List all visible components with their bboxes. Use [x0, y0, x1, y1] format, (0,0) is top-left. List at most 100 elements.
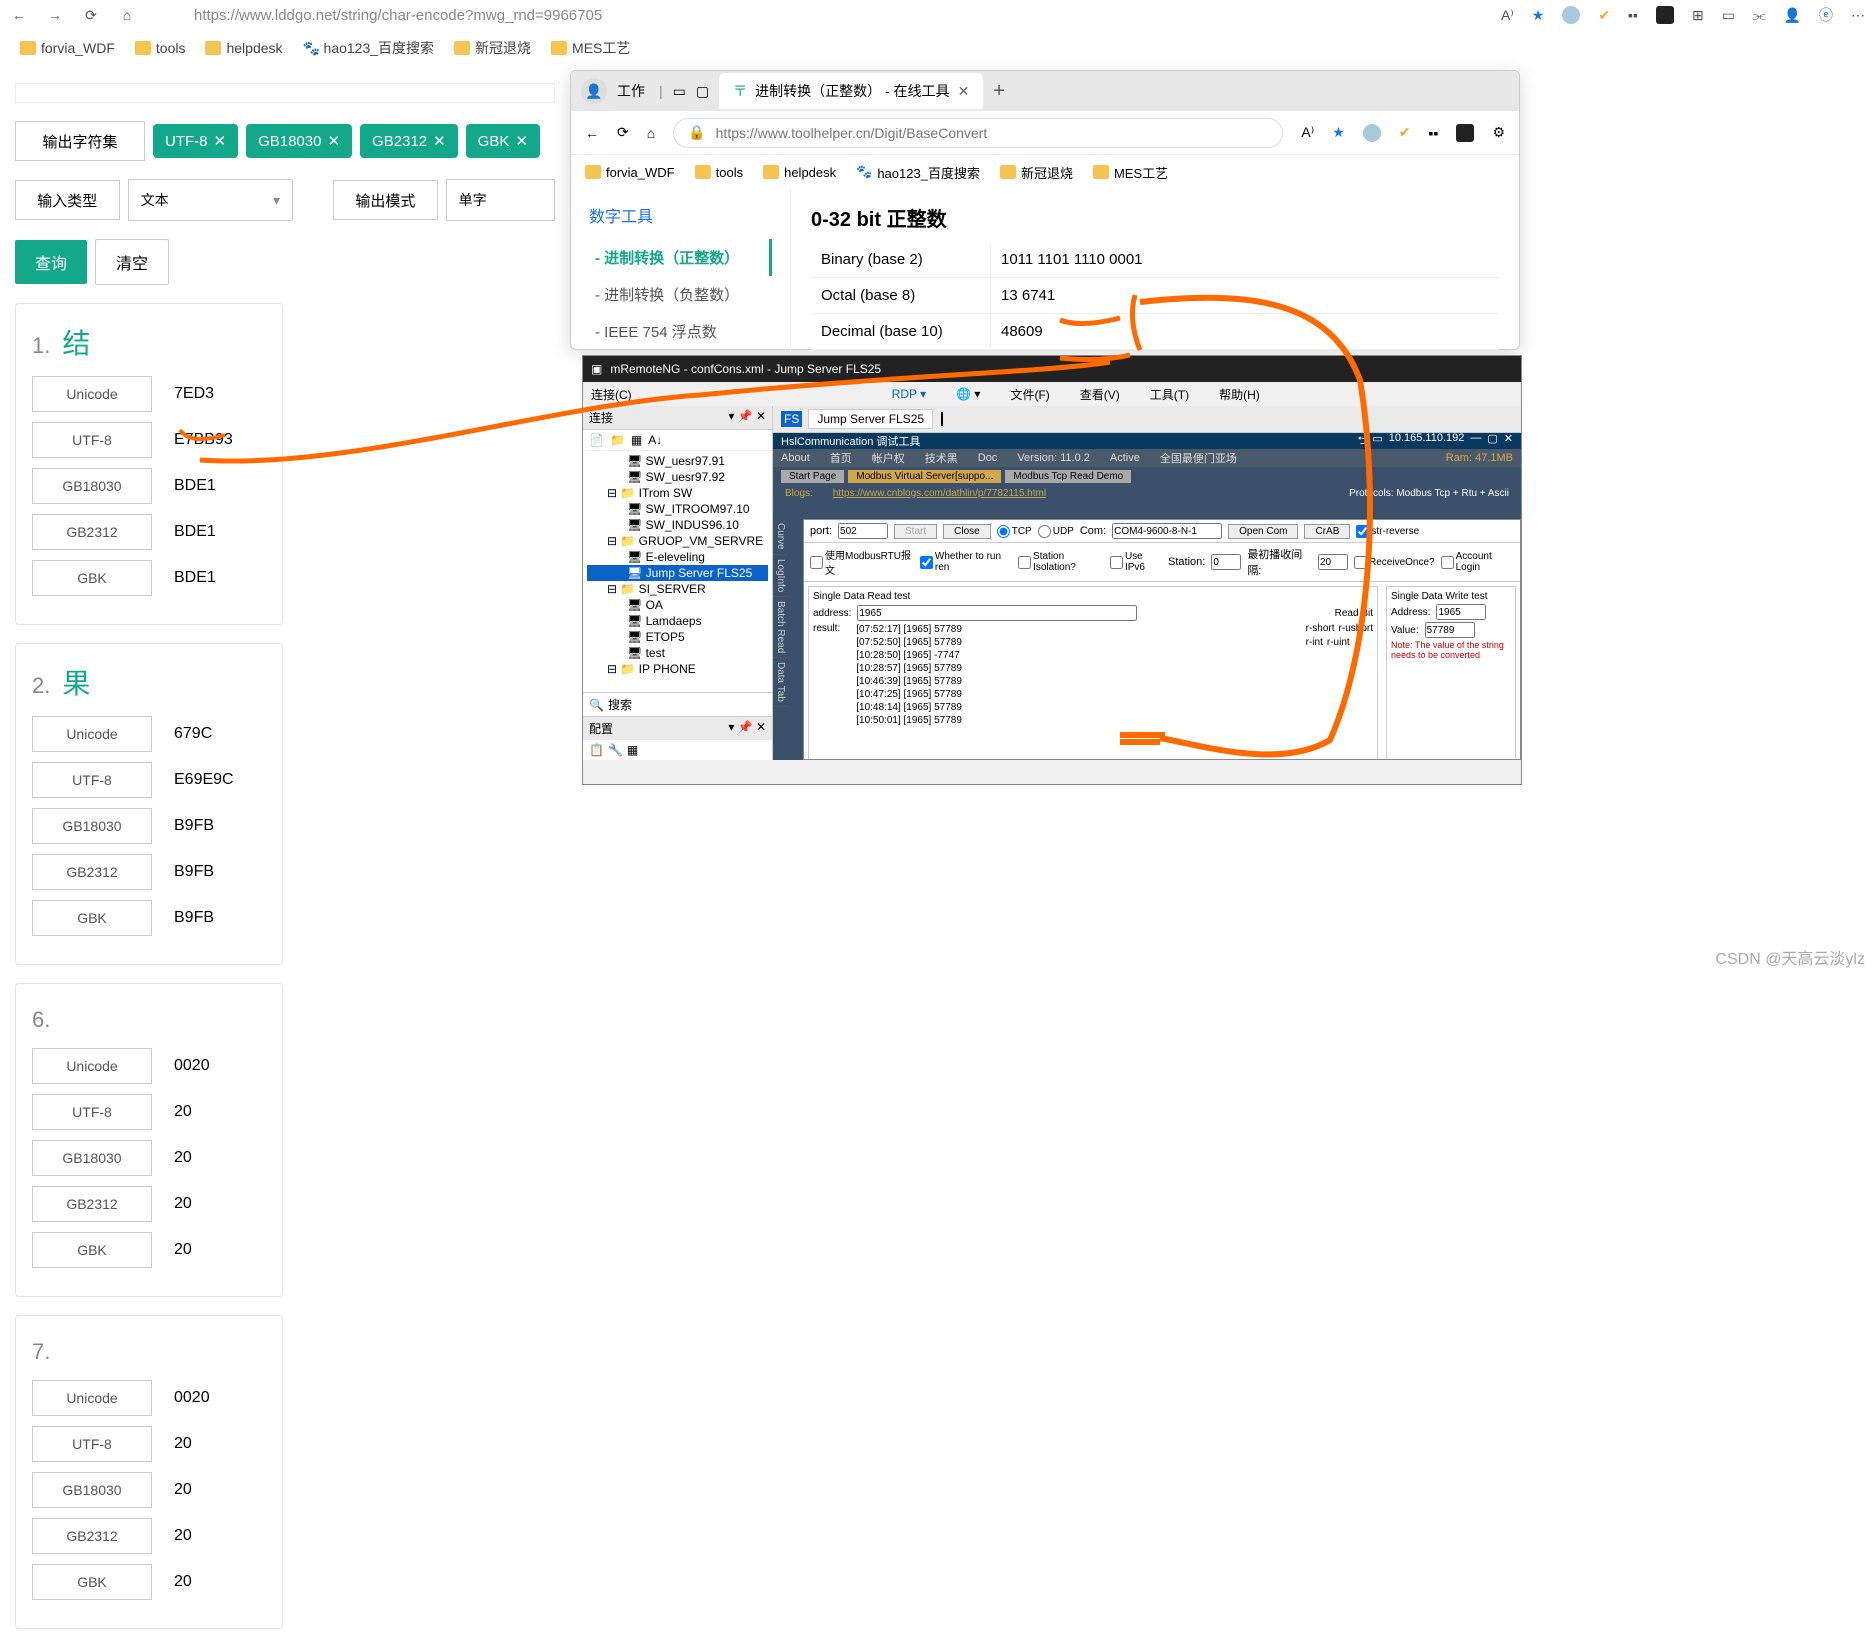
doc-tab-active[interactable]: Modbus Virtual Server[suppo...: [848, 470, 1001, 483]
home-icon[interactable]: ⌂: [647, 125, 655, 141]
encoding-button[interactable]: UTF-8: [32, 762, 152, 798]
tab-item[interactable]: Active: [1110, 452, 1140, 464]
tree-node[interactable]: 🖥 SW_uesr97.91: [587, 453, 768, 469]
refresh-icon[interactable]: ⟳: [82, 6, 100, 24]
encoding-button[interactable]: GB18030: [32, 468, 152, 504]
ext-icon-3[interactable]: ▪▪: [1628, 7, 1638, 23]
globe-dropdown[interactable]: 🌐 ▾: [956, 387, 980, 401]
tb-icon[interactable]: ▦: [627, 743, 638, 757]
menu-item[interactable]: 帮助(H): [1219, 386, 1260, 403]
charset-tag[interactable]: GBK✕: [466, 124, 540, 158]
tree-node[interactable]: 🖥 ETOP5: [587, 629, 768, 645]
simloop-input[interactable]: [1318, 554, 1348, 570]
ie-icon[interactable]: ⓔ: [1819, 5, 1833, 25]
encoding-button[interactable]: GB2312: [32, 1518, 152, 1554]
side-tab[interactable]: Curve: [773, 519, 788, 555]
close-icon[interactable]: ✕: [327, 132, 340, 150]
view-icon[interactable]: ▦: [631, 433, 642, 447]
url-input[interactable]: 🔒https://www.toolhelper.cn/Digit/BaseCon…: [673, 118, 1283, 148]
side-tab[interactable]: Data Tab: [773, 658, 788, 707]
profile-avatar[interactable]: 👤: [581, 78, 607, 104]
menu-item[interactable]: 文件(F): [1010, 386, 1049, 403]
whether-run-check[interactable]: Whether to run ren: [920, 551, 1012, 573]
sidebar-item[interactable]: - 进制转换（正整数）: [589, 239, 772, 276]
encoding-button[interactable]: Unicode: [32, 1048, 152, 1084]
tree-node[interactable]: 🖥 Jump Server FLS25: [587, 565, 768, 581]
row-value[interactable]: 48609: [991, 314, 1499, 349]
window-controls[interactable]: ⮌▭10.165.110.192—▢✕: [1358, 432, 1514, 451]
connection-tree[interactable]: 🖥 SW_uesr97.91🖥 SW_uesr97.92⊟ 📁 ITrom SW…: [583, 451, 772, 692]
tab-item[interactable]: 技术黑: [925, 450, 958, 466]
r-int-button[interactable]: r-int: [1306, 637, 1323, 648]
side-tab[interactable]: Batch Read: [773, 597, 788, 658]
r-short-button[interactable]: r-short: [1306, 623, 1335, 634]
row-value[interactable]: 13 6741: [991, 278, 1499, 313]
charset-tag[interactable]: GB18030✕: [246, 124, 352, 158]
bookmark-item[interactable]: tools: [695, 165, 743, 180]
settings-icon[interactable]: ⚙: [1492, 124, 1505, 141]
row-value[interactable]: 1011 1101 1110 0001: [991, 242, 1499, 277]
new-conn-icon[interactable]: 📄: [589, 433, 604, 447]
tab-item[interactable]: 帐户权: [872, 450, 905, 466]
bookmark-item[interactable]: forvia_WDF: [585, 165, 675, 180]
refresh-icon[interactable]: ⟳: [617, 124, 629, 141]
tab-item[interactable]: 全国最便门亚场: [1160, 450, 1237, 466]
charset-tag[interactable]: UTF-8✕: [153, 124, 238, 158]
encoding-button[interactable]: UTF-8: [32, 1426, 152, 1462]
menu-item[interactable]: 连接(C): [591, 386, 632, 403]
ext-icon[interactable]: [1562, 6, 1580, 24]
favorite-icon[interactable]: ★: [1332, 124, 1345, 141]
menu-item[interactable]: 查看(V): [1080, 386, 1120, 403]
close-icon[interactable]: ✕: [958, 83, 970, 100]
read-aloud-icon[interactable]: A⁾: [1301, 124, 1314, 141]
charset-tag[interactable]: GB2312✕: [360, 124, 458, 158]
tree-node[interactable]: 🖥 E-eleveling: [587, 549, 768, 565]
ext-icon-4[interactable]: [1656, 6, 1674, 24]
new-folder-icon[interactable]: 📁: [610, 433, 625, 447]
bookmark-item[interactable]: 新冠退烧: [1000, 163, 1073, 182]
input-type-select[interactable]: 文本▾: [128, 179, 293, 221]
document-tab[interactable]: Jump Server FLS25: [808, 409, 933, 429]
bookmark-item[interactable]: helpdesk: [205, 40, 282, 56]
collections-icon[interactable]: ▭: [1722, 7, 1735, 24]
tree-node[interactable]: 🖥 Lamdaeps: [587, 613, 768, 629]
address-bar[interactable]: https://www.lddgo.net/string/char-encode…: [154, 7, 1483, 24]
new-tab-button[interactable]: +: [993, 80, 1005, 103]
bookmark-item[interactable]: forvia_WDF: [20, 40, 115, 56]
udp-radio[interactable]: UDP: [1038, 525, 1074, 538]
tab-item[interactable]: Doc: [978, 452, 998, 464]
encoding-button[interactable]: Unicode: [32, 716, 152, 752]
pin-icon[interactable]: ▾ 📌 ✕: [728, 409, 766, 426]
doc-tab[interactable]: Modbus Tcp Read Demo: [1005, 470, 1131, 483]
clear-button[interactable]: 清空: [95, 239, 169, 285]
side-tab[interactable]: LogInfo: [773, 555, 788, 597]
ext-icon-3[interactable]: ▪▪: [1429, 125, 1439, 141]
w-val-input[interactable]: [1425, 622, 1475, 638]
use-rtu-check[interactable]: 使用ModbusRTU报文: [810, 547, 914, 577]
output-mode-select[interactable]: 单字: [446, 179, 555, 221]
port-input[interactable]: [838, 523, 888, 539]
tb-icon[interactable]: 🔧: [608, 743, 623, 757]
encoding-button[interactable]: GB18030: [32, 1140, 152, 1176]
forward-icon[interactable]: →: [46, 6, 64, 24]
close-icon[interactable]: ✕: [214, 132, 227, 150]
browser-tab[interactable]: 〒 进制转换（正整数） - 在线工具 ✕: [719, 73, 983, 109]
menu-icon[interactable]: ⋯: [1851, 7, 1865, 24]
bookmark-item[interactable]: helpdesk: [763, 165, 836, 180]
bookmark-item[interactable]: MES工艺: [551, 38, 630, 58]
tree-search[interactable]: 🔍 搜索: [583, 692, 772, 716]
encoding-button[interactable]: UTF-8: [32, 422, 152, 458]
tab-actions-icon[interactable]: ▢: [696, 83, 709, 100]
ext-icon[interactable]: [1363, 124, 1381, 142]
tb-icon[interactable]: 📋: [589, 743, 604, 757]
encoding-button[interactable]: GB2312: [32, 514, 152, 550]
bookmark-item[interactable]: tools: [135, 40, 186, 56]
extensions-icon[interactable]: ⊞: [1692, 7, 1704, 24]
tree-node[interactable]: 🖥 test: [587, 645, 768, 661]
bookmark-item[interactable]: 🐾hao123_百度搜索: [303, 38, 435, 58]
input-area[interactable]: [15, 83, 555, 103]
ipv6-check[interactable]: Use IPv6: [1110, 551, 1162, 573]
tree-node[interactable]: ⊟ 📁 ITrom SW: [587, 485, 768, 501]
read-aloud-icon[interactable]: A⁾: [1501, 7, 1514, 24]
tab-item[interactable]: About: [781, 452, 810, 464]
